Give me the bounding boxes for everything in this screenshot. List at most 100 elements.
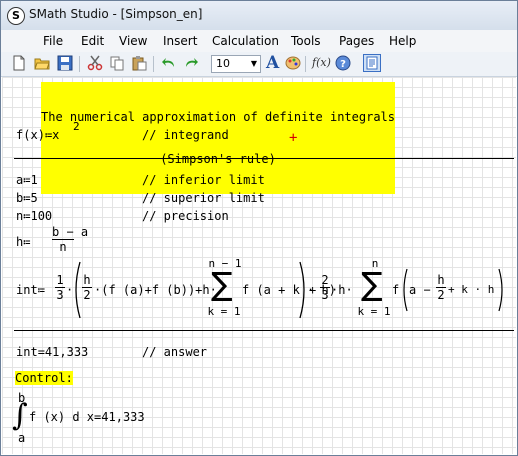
app-window: S SMath Studio - [Simpson_en] File Edit … <box>0 0 518 456</box>
divider <box>14 158 514 159</box>
result-value: 41,333 <box>44 345 89 359</box>
integrand-definition[interactable]: f(x)≔x <box>16 128 59 142</box>
undo-icon[interactable] <box>161 55 177 71</box>
sum2-f: f <box>392 283 400 297</box>
redo-icon[interactable] <box>183 55 199 71</box>
integral-value: 41,333 <box>101 410 145 424</box>
exponent: 2 <box>73 120 80 133</box>
fa: f (a) <box>108 283 145 297</box>
h-symbol-2: h <box>338 283 346 297</box>
b-value: 5 <box>30 191 38 205</box>
font-size-select[interactable]: 10 ▼ <box>211 55 261 73</box>
integral-expression[interactable]: f (x) d x=41,333 <box>29 410 145 424</box>
int-name: int <box>16 283 38 297</box>
menu-calculation[interactable]: Calculation <box>212 34 279 48</box>
fraction-numerator: h <box>437 273 445 287</box>
palette-icon[interactable] <box>285 55 301 71</box>
title-line-1: The numerical approximation of definite … <box>41 110 396 124</box>
smath-logo-icon: S <box>7 7 25 25</box>
font-size-value: 10 <box>216 57 230 70</box>
b-name: b <box>16 191 24 205</box>
menu-pages[interactable]: Pages <box>339 34 374 48</box>
h-symbol: h <box>202 283 210 297</box>
fraction-numerator: 2 <box>321 273 329 287</box>
frac-h-over-2: h 2 <box>82 273 92 302</box>
integral-body: f (x) d x <box>29 410 95 424</box>
comment-integrand[interactable]: // integrand <box>142 128 229 142</box>
fraction-denominator: 3 <box>56 288 64 302</box>
sigma-icon: ∑ <box>361 265 383 303</box>
cut-icon[interactable] <box>87 55 103 71</box>
n-name: n <box>16 209 24 223</box>
paren-left <box>403 268 408 312</box>
frac-one-third: 1 3 <box>55 273 65 302</box>
h-definition[interactable]: h≔ <box>16 235 30 249</box>
fraction-denominator: n <box>59 240 67 254</box>
toolbar-separator <box>153 56 154 72</box>
comment-answer[interactable]: // answer <box>142 345 207 359</box>
menu-file[interactable]: File <box>43 34 63 48</box>
fraction-denominator: 3 <box>321 288 329 302</box>
comment-n[interactable]: // precision <box>142 209 229 223</box>
fa-plus-fb: ·(f (a)+f (b))+h· <box>94 283 217 297</box>
title-line-2: (Simpson's rule) <box>160 152 276 166</box>
copy-icon[interactable] <box>109 55 125 71</box>
save-icon[interactable] <box>57 55 73 71</box>
menu-bar: File Edit View Insert Calculation Tools … <box>1 30 517 53</box>
plus-operator: + <box>309 283 317 297</box>
comment-b[interactable]: // superior limit <box>142 191 265 205</box>
function-icon[interactable]: f(x) <box>312 56 331 69</box>
f-arg: x <box>30 128 38 142</box>
frac-h-over-2-b: h 2 <box>436 273 446 302</box>
menu-tools[interactable]: Tools <box>291 34 321 48</box>
toolbar: 10 ▼ A f(x) ? <box>1 52 517 77</box>
worksheet[interactable]: The numerical approximation of definite … <box>2 77 516 454</box>
divider <box>14 330 514 331</box>
sum2-lower: k = 1 <box>357 305 391 318</box>
integral-lower: a <box>18 431 26 445</box>
result-expression[interactable]: int=41,333 <box>16 345 88 359</box>
sum2-a-minus: a − <box>409 283 431 297</box>
sum1-lower: k = 1 <box>207 305 241 318</box>
fraction-denominator: 2 <box>83 288 91 302</box>
fraction-denominator: 2 <box>437 288 445 302</box>
b-definition[interactable]: b≔5 <box>16 191 38 205</box>
insertion-cursor-icon: + <box>289 130 298 146</box>
a-definition[interactable]: a≔1 <box>16 173 38 187</box>
fraction-numerator: h <box>83 273 91 287</box>
fraction-numerator: b − a <box>52 225 89 239</box>
menu-help[interactable]: Help <box>389 34 416 48</box>
menu-insert[interactable]: Insert <box>163 34 197 48</box>
text-style-icon[interactable]: A <box>266 53 279 73</box>
h-fraction: b − a n <box>52 225 89 254</box>
comment-a[interactable]: // inferior limit <box>142 173 265 187</box>
control-label[interactable]: Control: <box>15 371 73 385</box>
fb: f (b) <box>151 283 188 297</box>
new-document-icon[interactable] <box>11 55 27 71</box>
a-value: 1 <box>30 173 38 187</box>
fraction-numerator: 1 <box>56 273 64 287</box>
window-title: SMath Studio - [Simpson_en] <box>29 7 203 21</box>
paren-right <box>498 268 503 312</box>
h-times: ·h· <box>331 283 353 297</box>
menu-view[interactable]: View <box>119 34 147 48</box>
title-bar: S SMath Studio - [Simpson_en] <box>1 1 517 31</box>
h-name: h <box>16 235 24 249</box>
paste-icon[interactable] <box>131 55 147 71</box>
sigma-icon: ∑ <box>211 265 233 303</box>
menu-edit[interactable]: Edit <box>81 34 104 48</box>
int-definition[interactable]: int≔ <box>16 283 45 297</box>
open-folder-icon[interactable] <box>34 55 50 71</box>
f-rhs: x <box>52 128 60 142</box>
a-name: a <box>16 173 24 187</box>
page-view-icon[interactable] <box>363 54 381 72</box>
toolbar-separator <box>79 56 80 72</box>
frac-two-thirds: 2 3 <box>320 273 330 302</box>
svg-text:?: ? <box>340 59 346 70</box>
help-icon[interactable]: ? <box>335 55 351 71</box>
chevron-down-icon: ▼ <box>250 59 257 68</box>
n-definition[interactable]: n≔100 <box>16 209 52 223</box>
sum2-tail: + k · h <box>448 283 495 296</box>
toolbar-separator <box>305 56 306 72</box>
n-value: 100 <box>30 209 53 223</box>
